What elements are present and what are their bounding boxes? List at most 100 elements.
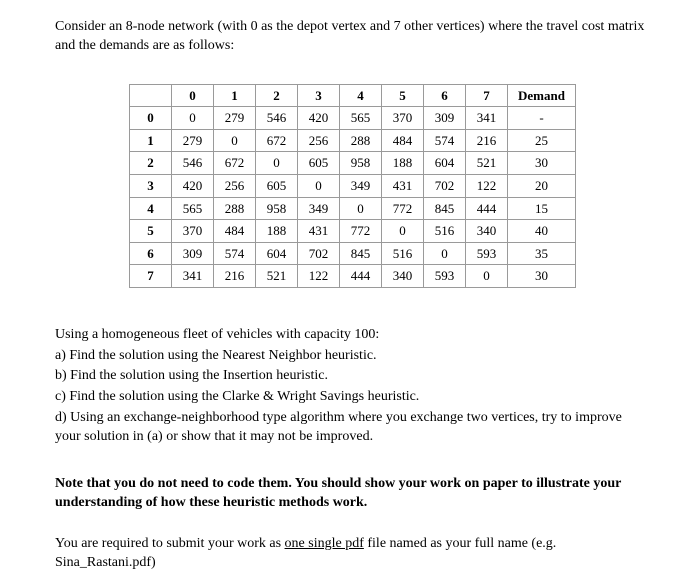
row-label: 2 <box>130 152 172 175</box>
demand-cell: 35 <box>508 242 576 265</box>
cell: 279 <box>172 129 214 152</box>
row-label: 4 <box>130 197 172 220</box>
cell: 444 <box>340 265 382 288</box>
cell: 702 <box>298 242 340 265</box>
table-row: 7 341 216 521 122 444 340 593 0 30 <box>130 265 576 288</box>
col-header: 4 <box>340 84 382 107</box>
demand-cell: 30 <box>508 265 576 288</box>
submit-paragraph: You are required to submit your work as … <box>55 535 650 573</box>
instruction-d: d) Using an exchange-neighborhood type a… <box>55 409 650 447</box>
table-row: 5 370 484 188 431 772 0 516 340 40 <box>130 220 576 243</box>
cell: 122 <box>298 265 340 288</box>
demand-cell: - <box>508 107 576 130</box>
cell: 0 <box>340 197 382 220</box>
demand-cell: 25 <box>508 129 576 152</box>
cell: 309 <box>172 242 214 265</box>
cell: 340 <box>382 265 424 288</box>
col-header: 1 <box>214 84 256 107</box>
cell: 958 <box>256 197 298 220</box>
cell: 0 <box>256 152 298 175</box>
col-header: 7 <box>466 84 508 107</box>
note-paragraph: Note that you do not need to code them. … <box>55 475 650 513</box>
row-label: 0 <box>130 107 172 130</box>
cell: 593 <box>424 265 466 288</box>
cell: 546 <box>256 107 298 130</box>
cell: 188 <box>382 152 424 175</box>
cell: 593 <box>466 242 508 265</box>
instruction-b: b) Find the solution using the Insertion… <box>55 367 650 386</box>
row-label: 5 <box>130 220 172 243</box>
cell: 484 <box>382 129 424 152</box>
cell: 444 <box>466 197 508 220</box>
cell: 574 <box>424 129 466 152</box>
table-row: 4 565 288 958 349 0 772 845 444 15 <box>130 197 576 220</box>
submit-before: You are required to submit your work as <box>55 536 285 551</box>
cell: 349 <box>340 174 382 197</box>
row-label: 7 <box>130 265 172 288</box>
instruction-c: c) Find the solution using the Clarke & … <box>55 388 650 407</box>
cell: 845 <box>340 242 382 265</box>
table-row: 0 0 279 546 420 565 370 309 341 - <box>130 107 576 130</box>
cell: 370 <box>172 220 214 243</box>
cell: 420 <box>172 174 214 197</box>
cell: 288 <box>214 197 256 220</box>
table-row: 1 279 0 672 256 288 484 574 216 25 <box>130 129 576 152</box>
submit-underlined: one single pdf <box>285 536 364 551</box>
table-header-row: 0 1 2 3 4 5 6 7 Demand <box>130 84 576 107</box>
cost-matrix-table: 0 1 2 3 4 5 6 7 Demand 0 0 279 546 420 5… <box>129 84 576 288</box>
table-row: 3 420 256 605 0 349 431 702 122 20 <box>130 174 576 197</box>
cell: 216 <box>466 129 508 152</box>
instructions-block: Using a homogeneous fleet of vehicles wi… <box>55 326 650 447</box>
cell: 516 <box>382 242 424 265</box>
cell: 0 <box>298 174 340 197</box>
col-header: 3 <box>298 84 340 107</box>
cell: 845 <box>424 197 466 220</box>
cell: 309 <box>424 107 466 130</box>
cell: 702 <box>424 174 466 197</box>
demand-cell: 15 <box>508 197 576 220</box>
cell: 188 <box>256 220 298 243</box>
cell: 370 <box>382 107 424 130</box>
cell: 605 <box>256 174 298 197</box>
cell: 0 <box>424 242 466 265</box>
cell: 565 <box>172 197 214 220</box>
demand-cell: 20 <box>508 174 576 197</box>
cell: 672 <box>256 129 298 152</box>
table-row: 6 309 574 604 702 845 516 0 593 35 <box>130 242 576 265</box>
cell: 341 <box>466 107 508 130</box>
cell: 604 <box>256 242 298 265</box>
row-label: 1 <box>130 129 172 152</box>
col-header-demand: Demand <box>508 84 576 107</box>
cell: 0 <box>382 220 424 243</box>
col-header: 2 <box>256 84 298 107</box>
cell: 340 <box>466 220 508 243</box>
col-header: 0 <box>172 84 214 107</box>
cell: 122 <box>466 174 508 197</box>
col-header <box>130 84 172 107</box>
cell: 672 <box>214 152 256 175</box>
cell: 0 <box>466 265 508 288</box>
intro-paragraph: Consider an 8-node network (with 0 as th… <box>55 18 650 56</box>
cell: 516 <box>424 220 466 243</box>
cell: 420 <box>298 107 340 130</box>
cell: 772 <box>382 197 424 220</box>
cell: 521 <box>466 152 508 175</box>
cell: 341 <box>172 265 214 288</box>
cell: 565 <box>340 107 382 130</box>
cell: 574 <box>214 242 256 265</box>
instruction-a: a) Find the solution using the Nearest N… <box>55 347 650 366</box>
cell: 216 <box>214 265 256 288</box>
cell: 431 <box>382 174 424 197</box>
cell: 279 <box>214 107 256 130</box>
cell: 958 <box>340 152 382 175</box>
cell: 431 <box>298 220 340 243</box>
cell: 0 <box>214 129 256 152</box>
cell: 288 <box>340 129 382 152</box>
demand-cell: 30 <box>508 152 576 175</box>
cell: 546 <box>172 152 214 175</box>
row-label: 6 <box>130 242 172 265</box>
cell: 349 <box>298 197 340 220</box>
row-label: 3 <box>130 174 172 197</box>
table-row: 2 546 672 0 605 958 188 604 521 30 <box>130 152 576 175</box>
demand-cell: 40 <box>508 220 576 243</box>
